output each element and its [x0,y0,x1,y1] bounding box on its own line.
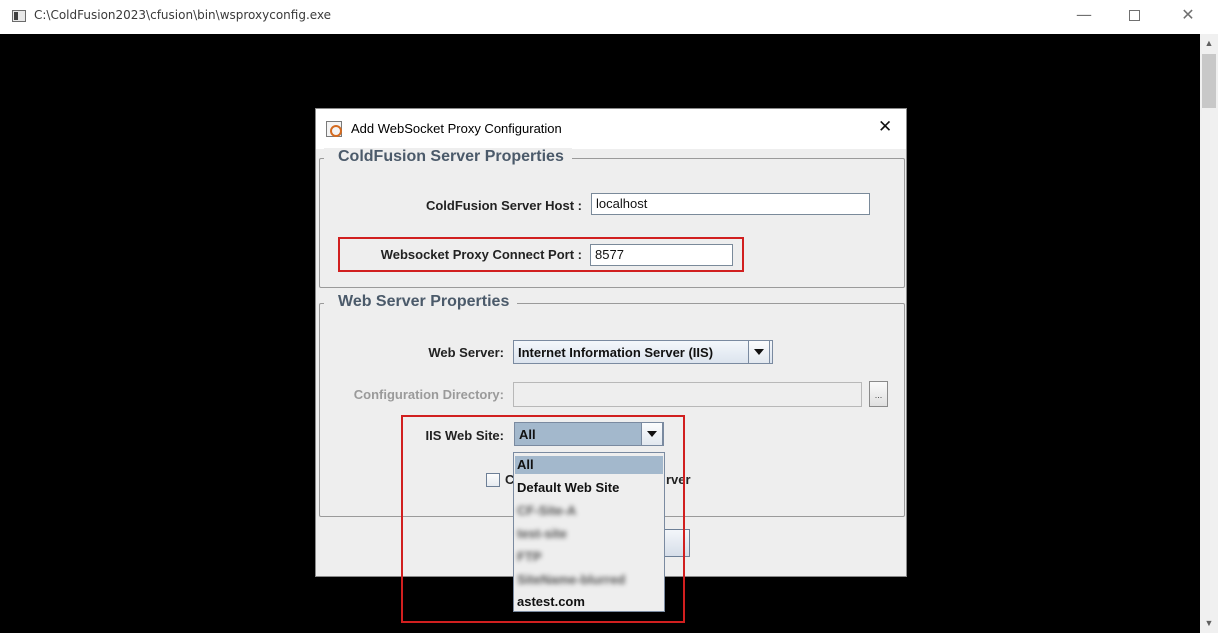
window-title: C:\ColdFusion2023\cfusion\bin\wsproxycon… [34,8,332,22]
scroll-up-arrow-icon[interactable]: ▲ [1204,38,1214,48]
browse-button[interactable]: ... [869,381,888,407]
cf-host-field[interactable]: localhost [591,193,870,215]
config-dir-field[interactable] [513,382,862,407]
dialog-close-button[interactable]: ✕ [878,117,892,137]
cf-host-label: ColdFusion Server Host : [425,198,582,213]
minimize-button[interactable]: — [1072,4,1096,26]
window-titlebar: C:\ColdFusion2023\cfusion\bin\wsproxycon… [0,0,1218,34]
java-icon [326,121,342,137]
maximize-button[interactable] [1122,4,1146,26]
maximize-icon [1128,10,1140,21]
web-server-label: Web Server: [428,345,504,360]
scroll-down-arrow-icon[interactable]: ▼ [1204,618,1214,628]
console-app-icon [12,10,26,22]
coldfusion-group-legend: ColdFusion Server Properties [324,148,572,166]
console-scrollbar[interactable]: ▲ ▼ [1200,34,1218,633]
web-server-group-legend: Web Server Properties [324,293,518,311]
web-server-combo[interactable]: Internet Information Server (IIS) [513,340,773,364]
dialog-titlebar: Add WebSocket Proxy Configuration ✕ [316,109,906,149]
chevron-down-icon[interactable] [748,340,770,364]
scroll-thumb[interactable] [1202,54,1216,108]
dialog-title: Add WebSocket Proxy Configuration [351,121,562,136]
iis-site-highlight-box [401,415,685,623]
config-dir-label: Configuration Directory: [353,387,504,402]
close-window-button[interactable]: ✕ [1176,4,1200,26]
port-highlight-box [338,237,744,272]
web-server-value: Internet Information Server (IIS) [518,345,714,360]
